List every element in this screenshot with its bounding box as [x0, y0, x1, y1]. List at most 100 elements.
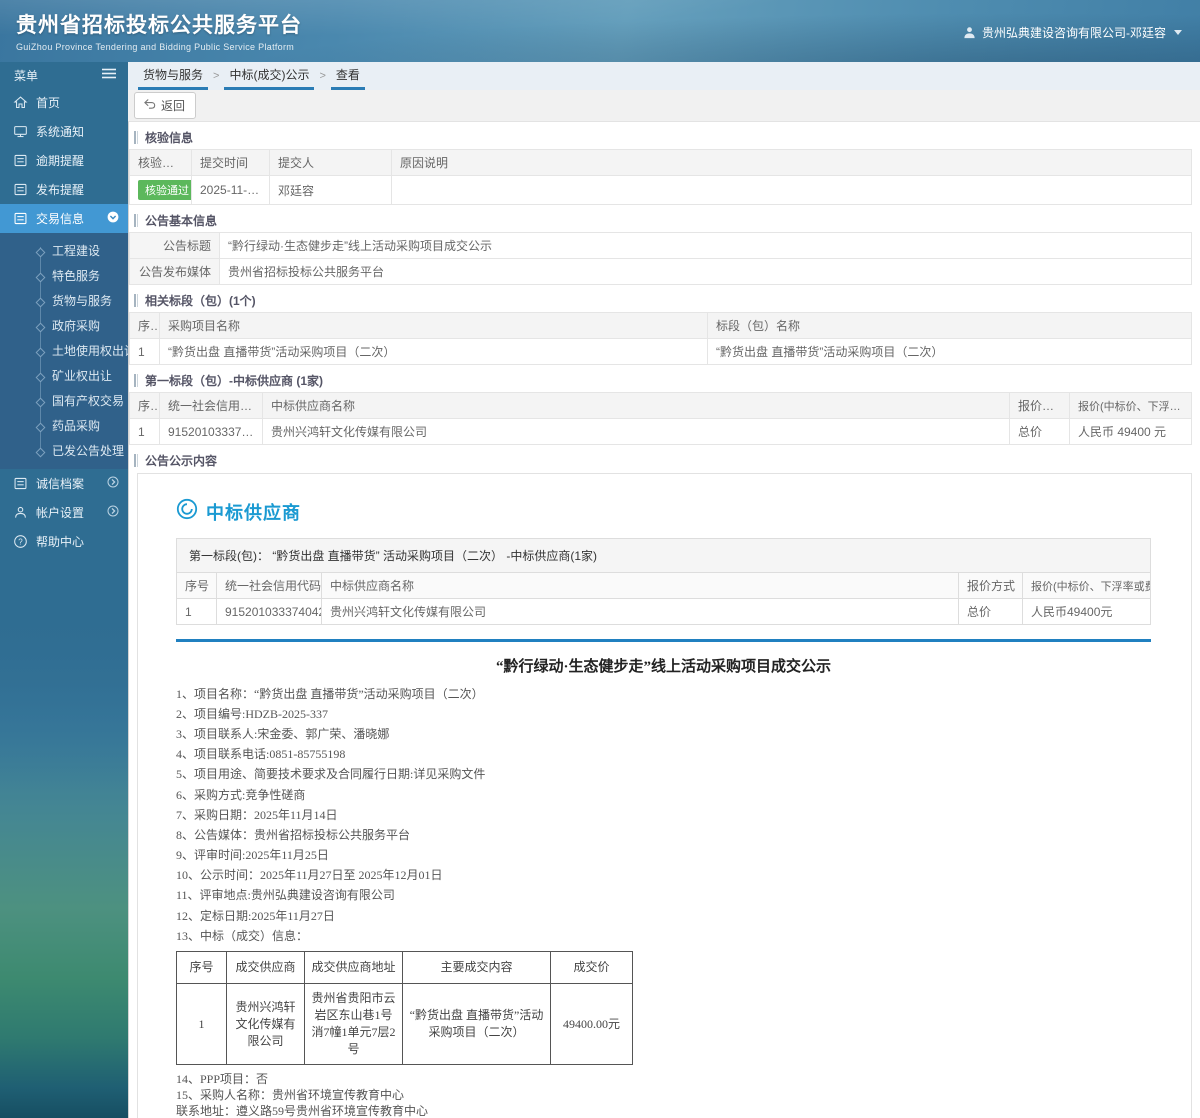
column-header: 采购项目名称 [159, 312, 708, 339]
doc-line: 3、项目联系人:宋金委、郭广荣、潘晓娜 [176, 726, 390, 741]
column-header: 序号 [176, 572, 217, 599]
announcement-title-value: “黔行绿动·生态健步走”线上活动采购项目成交公示 [219, 232, 1192, 259]
section-announcement-content: 公告公示内容 中标供应商 第一标段(包)： “黔货出盘 直播带货” 活动采购项目… [129, 448, 1192, 1118]
section-title-row: 核验信息 [129, 125, 1192, 149]
doc-line: 12、定标日期:2025年11月27日 [176, 908, 335, 923]
column-header: 统一社会信用代码 [216, 572, 322, 599]
document-icon [14, 477, 27, 490]
sidebar-item-integrity-files[interactable]: 诚信档案 [0, 469, 128, 498]
status-badge: 核验通过 [138, 180, 191, 200]
deal-content-cell: “黔货出盘 直播带货”活动采购项目（二次） [402, 983, 551, 1066]
row-index-cell: 1 [176, 983, 227, 1066]
column-header: 中标供应商名称 [262, 392, 1010, 419]
submenu-item-goods-services[interactable]: 货物与服务 [0, 289, 128, 314]
table-header-row: 序号 采购项目名称 标段（包）名称 [129, 312, 1192, 339]
column-header: 主要成交内容 [402, 951, 551, 985]
table-row: 核验通过 2025-11-27 15:25 邓廷容 [129, 175, 1192, 205]
sidebar-item-home[interactable]: 首页 [0, 88, 128, 117]
submenu-item-land-use[interactable]: 土地使用权出让 [0, 339, 128, 364]
sidebar-item-label: 首页 [36, 96, 61, 110]
toolbar: 返回 [128, 90, 1200, 121]
doc-line: 7、采购日期：2025年11月14日 [176, 807, 338, 822]
back-button[interactable]: 返回 [134, 92, 197, 119]
related-packages-table: 序号 采购项目名称 标段（包）名称 1 “黔货出盘 直播带货”活动采购项目（二次… [129, 312, 1192, 365]
user-icon [15, 506, 26, 518]
row-index-cell: 1 [129, 338, 160, 365]
column-header: 标段（包）名称 [707, 312, 1192, 339]
row-index-cell: 1 [129, 418, 160, 445]
doc-line: 联系地址：遵义路59号贵州省环境宣传教育中心 [176, 1104, 429, 1118]
section-basic-info: 公告基本信息 公告标题 “黔行绿动·生态健步走”线上活动采购项目成交公示 公告发… [129, 208, 1192, 285]
sidebar-item-transaction-info[interactable]: 交易信息 [0, 204, 128, 233]
sidebar-item-publish-reminder[interactable]: 发布提醒 [0, 175, 128, 204]
submenu-item-special-services[interactable]: 特色服务 [0, 264, 128, 289]
deal-address-cell: 贵州省贵阳市云岩区东山巷1号消7幢1单元7层2号 [304, 983, 403, 1066]
table-row: 1 91520103337404262G 贵州兴鸿轩文化传媒有限公司 总价 人民… [176, 598, 1151, 625]
user-menu[interactable]: 贵州弘典建设咨询有限公司-邓廷容 [963, 0, 1200, 41]
section-winning-supplier: 第一标段（包）-中标供应商 (1家) 序号 统一社会信用代码 中标供应商名称 报… [129, 368, 1192, 445]
breadcrumb-view[interactable]: 查看 [330, 62, 365, 90]
table-row: 1 “黔货出盘 直播带货”活动采购项目（二次） “黔货出盘 直播带货”活动采购项… [129, 338, 1192, 365]
sidebar-item-account-settings[interactable]: 帐户设置 [0, 498, 128, 527]
winning-supplier-icon [176, 498, 198, 525]
submenu-item-engineering[interactable]: 工程建设 [0, 239, 128, 264]
app-header: 贵州省招标投标公共服务平台 GuiZhou Province Tendering… [0, 0, 1200, 62]
doc-line: 4、项目联系电话:0851-85755198 [176, 747, 346, 762]
submenu-item-drug-procurement[interactable]: 药品采购 [0, 414, 128, 439]
hamburger-icon[interactable] [102, 68, 116, 82]
deal-supplier-cell: 贵州兴鸿轩文化传媒有限公司 [226, 983, 305, 1066]
winning-supplier-heading-text: 中标供应商 [206, 502, 301, 523]
section-title-row: 相关标段（包）(1个) [129, 288, 1192, 312]
sidebar: 菜单 首页 系统通知 逾期提醒 发布提醒 交易信息 工程建设 特色服务 货物与服… [0, 62, 128, 1118]
breadcrumb-goods-services[interactable]: 货物与服务 [138, 62, 209, 90]
sidebar-item-label: 交易信息 [36, 212, 85, 226]
divider-rule [176, 639, 1151, 642]
submit-time-cell: 2025-11-27 15:25 [191, 175, 270, 205]
sidebar-item-label: 逾期提醒 [36, 154, 85, 168]
sidebar-item-overdue-reminder[interactable]: 逾期提醒 [0, 146, 128, 175]
deal-price-cell: 49400.00元 [550, 983, 633, 1066]
sidebar-item-help-center[interactable]: ? 帮助中心 [0, 527, 128, 556]
sidebar-item-label: 帮助中心 [36, 535, 85, 549]
user-icon [963, 26, 976, 39]
section-marker [134, 213, 138, 227]
sidebar-item-label: 系统通知 [36, 125, 85, 139]
document-icon [14, 183, 27, 196]
chevron-down-icon [1174, 30, 1182, 35]
row-index-cell: 1 [176, 598, 217, 625]
brand: 贵州省招标投标公共服务平台 GuiZhou Province Tendering… [0, 0, 302, 52]
quote-method-cell: 总价 [958, 598, 1023, 625]
verification-table: 核验状态 提交时间 提交人 原因说明 核验通过 2025-11-27 15:25… [129, 149, 1192, 205]
column-header: 提交人 [269, 149, 392, 176]
section-title: 公告基本信息 [145, 213, 218, 228]
submenu-item-gov-procurement[interactable]: 政府采购 [0, 314, 128, 339]
submenu-item-mining-rights[interactable]: 矿业权出让 [0, 364, 128, 389]
doc-line: 10、公示时间：2025年11月27日至 2025年12月01日 [176, 868, 443, 883]
chevron-down-circle-icon [107, 211, 119, 226]
winning-supplier-table: 序号 统一社会信用代码 中标供应商名称 报价方式 报价(中标价、下浮率或费率) … [129, 392, 1192, 445]
quote-price-cell: 人民币 49400 元 [1069, 418, 1192, 445]
table-header-row: 序号 统一社会信用代码 中标供应商名称 报价方式 报价(中标价、下浮率或费率) [129, 392, 1192, 419]
column-header: 统一社会信用代码 [159, 392, 263, 419]
section-title: 公告公示内容 [145, 453, 218, 468]
main-area: 货物与服务 > 中标(成交)公示 > 查看 返回 核验信息 核验状态 提交时间 … [128, 62, 1200, 1118]
verify-status-cell: 核验通过 [129, 175, 192, 205]
doc-line: 6、采购方式:竞争性磋商 [176, 787, 306, 802]
package-name-cell: “黔货出盘 直播带货”活动采购项目（二次） [707, 338, 1192, 365]
basic-info-table: 公告标题 “黔行绿动·生态健步走”线上活动采购项目成交公示 公告发布媒体 贵州省… [129, 232, 1192, 285]
sidebar-item-system-notice[interactable]: 系统通知 [0, 117, 128, 146]
section-title: 相关标段（包）(1个) [145, 293, 256, 308]
chevron-right-circle-icon [107, 476, 119, 491]
column-header: 报价(中标价、下浮率或费率) [1022, 572, 1151, 599]
package-caption: 第一标段(包)： “黔货出盘 直播带货” 活动采购项目（二次） -中标供应商(1… [176, 538, 1151, 572]
submenu-item-state-property[interactable]: 国有产权交易 [0, 389, 128, 414]
app-subtitle: GuiZhou Province Tendering and Bidding P… [16, 42, 295, 52]
help-icon: ? [14, 535, 27, 548]
submenu-item-published-announcements[interactable]: 已发公告处理 [0, 439, 128, 464]
sidebar-item-label: 帐户设置 [36, 506, 85, 520]
column-header: 序号 [176, 951, 227, 985]
section-title-row: 公告基本信息 [129, 208, 1192, 232]
document-icon [14, 154, 27, 167]
breadcrumb-award-announcement[interactable]: 中标(成交)公示 [224, 62, 315, 90]
section-title: 核验信息 [145, 130, 194, 145]
